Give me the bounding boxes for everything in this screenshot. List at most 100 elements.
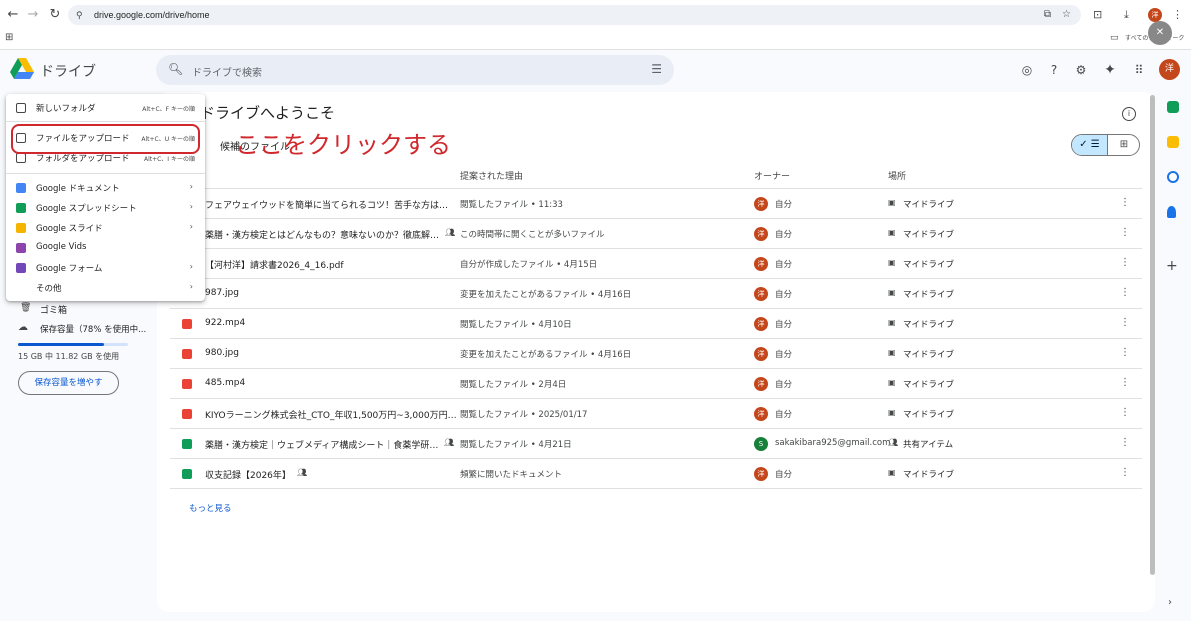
close-overlay-icon[interactable]: ✕: [1148, 21, 1172, 45]
cloud-icon: ☁: [18, 322, 28, 333]
location-name[interactable]: マイドライブ: [903, 348, 954, 360]
gemini-sparkle-icon[interactable]: ✦: [1102, 62, 1118, 78]
more-actions-icon[interactable]: ⋮: [1120, 227, 1130, 238]
column-reason[interactable]: 提案された理由: [460, 169, 523, 182]
reload-icon[interactable]: ↻: [46, 6, 64, 24]
owner-avatar: 洋: [754, 197, 768, 211]
more-actions-icon[interactable]: ⋮: [1120, 347, 1130, 358]
list-view-icon[interactable]: ✓ ☰: [1072, 135, 1107, 155]
calendar-icon[interactable]: [1167, 101, 1179, 113]
table-row[interactable]: KIYOラーニング株式会社_CTO_年収1,500万円~3,000万円… 閲覧した…: [170, 399, 1142, 429]
keep-icon[interactable]: [1167, 136, 1179, 148]
info-icon[interactable]: i: [1122, 107, 1136, 121]
search-input[interactable]: 🔍︎ ドライブで検索 ☰: [156, 55, 674, 85]
nav-storage[interactable]: 保存容量（78% を使用中...: [40, 323, 146, 335]
download-icon[interactable]: ⤓: [1124, 8, 1129, 22]
location-name[interactable]: マイドライブ: [903, 198, 954, 210]
install-icon[interactable]: ⧉: [1044, 5, 1051, 25]
location-name[interactable]: マイドライブ: [903, 408, 954, 420]
location-name[interactable]: マイドライブ: [903, 288, 954, 300]
ready-offline-icon[interactable]: ◎: [1019, 62, 1035, 78]
shared-people-icon: 👥︎: [444, 438, 455, 447]
new-folder-icon: [16, 103, 26, 113]
google-apps-icon[interactable]: ⠿: [1131, 62, 1147, 78]
site-info-icon[interactable]: ⚲: [76, 5, 83, 25]
table-row[interactable]: 【河村洋】請求書2026_4_16.pdf 自分が作成したファイル • 4月15日…: [170, 249, 1142, 279]
settings-gear-icon[interactable]: ⚙: [1073, 62, 1089, 78]
more-actions-icon[interactable]: ⋮: [1120, 377, 1130, 388]
menu-item-vids[interactable]: Google Vids: [6, 238, 205, 258]
menu-item-slides[interactable]: Google スライド ›: [6, 218, 205, 238]
menu-item-new-folder[interactable]: 新しいフォルダ Alt+C、F キーの順: [6, 98, 205, 118]
drive-logo-icon[interactable]: [10, 58, 34, 80]
owner-avatar: 洋: [754, 257, 768, 271]
file-name[interactable]: フェアウェイウッドを簡単に当てられるコツ！苦手な方は…: [205, 198, 448, 211]
buy-storage-button[interactable]: 保存容量を増やす: [18, 371, 119, 395]
table-row[interactable]: 薬膳・漢方検定とはどんなもの？意味ないのか？徹底解… 👥︎ この時間帯に開くことが多…: [170, 219, 1142, 249]
more-actions-icon[interactable]: ⋮: [1120, 197, 1130, 208]
suggest-reason: 閲覧したファイル • 4月10日: [460, 320, 572, 330]
grid-view-icon[interactable]: ⊞: [1107, 135, 1139, 155]
table-row[interactable]: 収支記録【2026年】 👥︎ 頻繁に開いたドキュメント 洋自分 ▣ マイドライブ ⋮: [170, 459, 1142, 489]
menu-item-forms[interactable]: Google フォーム ›: [6, 258, 205, 278]
image-icon: [182, 349, 192, 359]
contacts-icon[interactable]: [1167, 206, 1176, 218]
scrollbar[interactable]: [1150, 95, 1155, 575]
profile-avatar[interactable]: 洋: [1148, 8, 1162, 22]
menu-item-more[interactable]: その他 ›: [6, 278, 205, 298]
column-owner[interactable]: オーナー: [754, 169, 790, 182]
file-name[interactable]: 薬膳・漢方検定｜ウェブメディア構成シート｜食薬学研…: [205, 438, 438, 451]
brand-title[interactable]: ドライブ: [40, 61, 96, 81]
more-actions-icon[interactable]: ⋮: [1120, 287, 1130, 298]
menu-item-docs[interactable]: Google ドキュメント ›: [6, 178, 205, 198]
more-actions-icon[interactable]: ⋮: [1120, 257, 1130, 268]
file-name[interactable]: 薬膳・漢方検定とはどんなもの？意味ないのか？徹底解…: [205, 228, 439, 241]
more-actions-icon[interactable]: ⋮: [1120, 317, 1130, 328]
expand-panel-icon[interactable]: ›: [1168, 597, 1172, 608]
kebab-menu-icon[interactable]: ⋮: [1172, 8, 1183, 22]
file-name[interactable]: 922.mp4: [205, 318, 245, 328]
file-name[interactable]: 980.jpg: [205, 348, 239, 358]
search-icon[interactable]: 🔍︎: [168, 62, 183, 76]
table-row[interactable]: フェアウェイウッドを簡単に当てられるコツ！苦手な方は… 閲覧したファイル • 11…: [170, 189, 1142, 219]
table-row[interactable]: 薬膳・漢方検定｜ウェブメディア構成シート｜食薬学研… 👥︎ 閲覧したファイル • 4…: [170, 429, 1142, 459]
location-name[interactable]: マイドライブ: [903, 258, 954, 270]
owner-name: 自分: [775, 350, 793, 360]
file-name[interactable]: 987.jpg: [205, 288, 239, 298]
location-name[interactable]: マイドライブ: [903, 228, 954, 240]
location-name[interactable]: マイドライブ: [903, 378, 954, 390]
file-name[interactable]: 485.mp4: [205, 378, 245, 388]
table-row[interactable]: 922.mp4 閲覧したファイル • 4月10日 洋自分 ▣ マイドライブ ⋮: [170, 309, 1142, 339]
file-name[interactable]: 収支記録【2026年】: [205, 468, 291, 481]
owner-avatar: S: [754, 437, 768, 451]
back-arrow-icon[interactable]: ←: [4, 6, 22, 24]
location-name[interactable]: 共有アイテム: [903, 438, 953, 450]
view-toggle[interactable]: ✓ ☰ ⊞: [1071, 134, 1140, 156]
table-row[interactable]: 987.jpg 変更を加えたことがあるファイル • 4月16日 洋自分 ▣ マイドライブ…: [170, 279, 1142, 309]
file-name[interactable]: KIYOラーニング株式会社_CTO_年収1,500万円~3,000万円…: [205, 408, 457, 421]
column-location[interactable]: 場所: [888, 169, 906, 182]
more-actions-icon[interactable]: ⋮: [1120, 467, 1130, 478]
my-drive-icon: ▣: [888, 288, 896, 297]
star-icon[interactable]: ☆: [1062, 5, 1071, 25]
menu-item-sheets[interactable]: Google スプレッドシート ›: [6, 198, 205, 218]
more-actions-icon[interactable]: ⋮: [1120, 437, 1130, 448]
add-addon-icon[interactable]: +: [1166, 258, 1178, 274]
table-row[interactable]: 485.mp4 閲覧したファイル • 2月4日 洋自分 ▣ マイドライブ ⋮: [170, 369, 1142, 399]
account-avatar[interactable]: 洋: [1159, 59, 1180, 80]
extensions-icon[interactable]: ⊡: [1093, 8, 1102, 22]
help-icon[interactable]: ?: [1046, 62, 1062, 78]
folder-icon: ▭: [1110, 33, 1119, 43]
location-name[interactable]: マイドライブ: [903, 468, 954, 480]
more-link[interactable]: もっと見る: [189, 502, 232, 514]
forward-arrow-icon[interactable]: →: [24, 6, 42, 24]
more-actions-icon[interactable]: ⋮: [1120, 407, 1130, 418]
apps-grid-icon[interactable]: ⊞: [5, 31, 13, 45]
file-name[interactable]: 【河村洋】請求書2026_4_16.pdf: [205, 258, 344, 271]
tasks-icon[interactable]: [1167, 171, 1179, 183]
location-name[interactable]: マイドライブ: [903, 318, 954, 330]
address-bar[interactable]: ⚲ drive.google.com/drive/home ⧉ ☆: [68, 5, 1081, 25]
nav-trash[interactable]: ゴミ箱: [40, 303, 67, 316]
table-row[interactable]: 980.jpg 変更を加えたことがあるファイル • 4月16日 洋自分 ▣ マイドライブ…: [170, 339, 1142, 369]
filter-options-icon[interactable]: ☰: [651, 62, 662, 76]
